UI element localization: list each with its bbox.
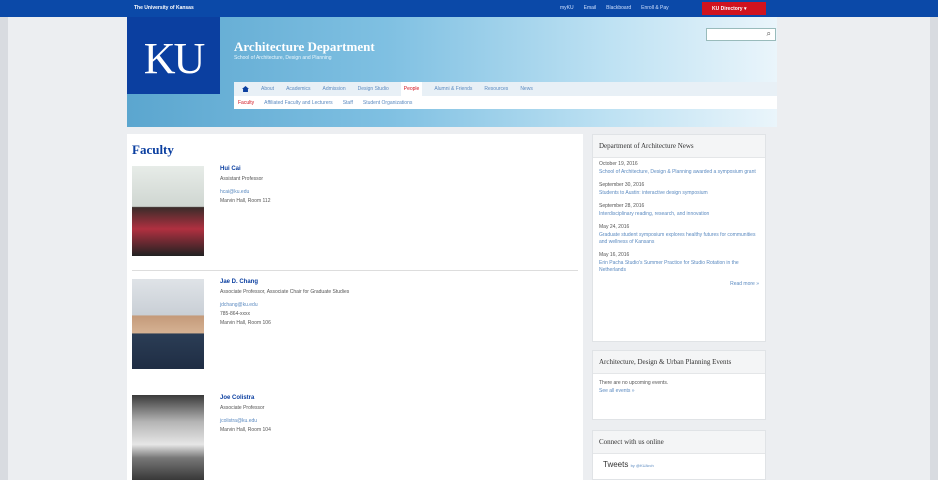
top-link-enroll[interactable]: Enroll & Pay <box>641 5 669 11</box>
site-header: KU Architecture Department School of Arc… <box>127 17 777 127</box>
news-date: May 16, 2016 <box>599 252 630 258</box>
news-widget: Department of Architecture News October … <box>592 134 766 342</box>
news-date: October 19, 2016 <box>599 161 638 167</box>
nav-alumni[interactable]: Alumni & Friends <box>434 86 472 92</box>
nav-about[interactable]: About <box>261 86 274 92</box>
news-item: September 30, 2016 Students to Austin: i… <box>593 179 765 200</box>
faculty-info: Joe Colistra Associate Professor jcolist… <box>220 395 440 433</box>
nav-people[interactable]: People <box>400 82 423 96</box>
faculty-office: Marvin Hall, Room 104 <box>220 427 271 433</box>
nav-academics[interactable]: Academics <box>286 86 310 92</box>
news-item: September 28, 2016 Interdisciplinary rea… <box>593 200 765 221</box>
divider <box>132 270 578 271</box>
directory-button-label: KU Directory <box>712 6 743 12</box>
faculty-info: Hui Cai Assistant Professor hcai@ku.edu … <box>220 166 440 204</box>
news-item: May 24, 2016 Graduate student symposium … <box>593 221 765 249</box>
subnav-affiliated[interactable]: Affiliated Faculty and Lecturers <box>264 100 333 106</box>
faculty-name[interactable]: Hui Cai <box>220 166 440 172</box>
news-link[interactable]: School of Architecture, Design & Plannin… <box>599 169 759 176</box>
all-events-link[interactable]: See all events » <box>599 388 759 395</box>
faculty-office: Marvin Hall, Room 106 <box>220 320 271 326</box>
events-body: There are no upcoming events. See all ev… <box>593 374 765 401</box>
nav-design-studio[interactable]: Design Studio <box>358 86 389 92</box>
faculty-photo[interactable] <box>132 279 204 369</box>
events-heading: Architecture, Design & Urban Planning Ev… <box>593 351 765 374</box>
search-input[interactable]: ⌕ <box>706 28 776 41</box>
nav-resources[interactable]: Resources <box>484 86 508 92</box>
faculty-name[interactable]: Jae D. Chang <box>220 279 440 285</box>
faculty-content: Faculty Hui Cai Assistant Professor hcai… <box>127 134 583 480</box>
left-gutter <box>0 17 8 480</box>
people-subnav: Faculty Affiliated Faculty and Lecturers… <box>234 96 777 109</box>
faculty-title: Assistant Professor <box>220 176 264 182</box>
subnav-staff[interactable]: Staff <box>343 100 353 106</box>
faculty-name[interactable]: Joe Colistra <box>220 395 440 401</box>
top-link-email[interactable]: Email <box>584 5 597 11</box>
connect-widget: Connect with us online Tweets by @KUArch <box>592 430 766 480</box>
tweets-feed[interactable]: Tweets by @KUArch <box>593 454 765 475</box>
page-title: Faculty <box>132 142 174 157</box>
read-more-link[interactable]: Read more » <box>593 277 765 293</box>
tweets-label: Tweets <box>603 460 629 469</box>
news-item: October 19, 2016 School of Architecture,… <box>593 158 765 179</box>
news-link[interactable]: Graduate student symposium explores heal… <box>599 232 759 246</box>
faculty-info: Jae D. Chang Associate Professor, Associ… <box>220 279 440 326</box>
news-link[interactable]: Interdisciplinary reading, research, and… <box>599 211 759 218</box>
right-gutter <box>930 17 938 480</box>
faculty-title: Associate Professor, Associate Chair for… <box>220 289 350 295</box>
faculty-office: Marvin Hall, Room 112 <box>220 198 271 204</box>
top-links: myKU Email Blackboard Enroll & Pay <box>560 5 669 11</box>
nav-news[interactable]: News <box>520 86 533 92</box>
faculty-email[interactable]: jcolistra@ku.edu <box>220 418 440 424</box>
news-heading: Department of Architecture News <box>593 135 765 158</box>
top-link-blackboard[interactable]: Blackboard <box>606 5 631 11</box>
top-link-myku[interactable]: myKU <box>560 5 574 11</box>
events-widget: Architecture, Design & Urban Planning Ev… <box>592 350 766 420</box>
news-link[interactable]: Students to Austin: interactive design s… <box>599 190 759 197</box>
subnav-student-orgs[interactable]: Student Organizations <box>363 100 412 106</box>
ku-logo[interactable]: KU <box>127 17 220 94</box>
twitter-handle[interactable]: by @KUArch <box>631 463 654 468</box>
directory-button[interactable]: KU Directory ▾ <box>702 2 766 15</box>
faculty-phone: 785-864-xxxx <box>220 311 251 317</box>
news-link[interactable]: Erin Pacha Studio's Summer Practice for … <box>599 260 759 274</box>
home-icon[interactable] <box>242 86 249 92</box>
events-empty-text: There are no upcoming events. <box>599 380 669 386</box>
news-date: September 28, 2016 <box>599 203 645 209</box>
search-icon[interactable]: ⌕ <box>767 29 771 39</box>
news-date: September 30, 2016 <box>599 182 645 188</box>
university-topbar: The University of Kansas myKU Email Blac… <box>0 0 938 17</box>
news-date: May 24, 2016 <box>599 224 630 230</box>
subnav-faculty[interactable]: Faculty <box>238 100 254 106</box>
faculty-photo[interactable] <box>132 395 204 480</box>
main-nav: About Academics Admission Design Studio … <box>234 82 777 96</box>
connect-heading: Connect with us online <box>593 431 765 454</box>
department-subtitle: School of Architecture, Design and Plann… <box>234 55 332 61</box>
department-title[interactable]: Architecture Department <box>234 39 375 55</box>
faculty-email[interactable]: hcai@ku.edu <box>220 189 440 195</box>
nav-admission[interactable]: Admission <box>323 86 346 92</box>
news-item: May 16, 2016 Erin Pacha Studio's Summer … <box>593 249 765 277</box>
faculty-photo[interactable] <box>132 166 204 256</box>
faculty-title: Associate Professor <box>220 405 265 411</box>
faculty-email[interactable]: jdchang@ku.edu <box>220 302 440 308</box>
university-link[interactable]: The University of Kansas <box>134 5 194 11</box>
